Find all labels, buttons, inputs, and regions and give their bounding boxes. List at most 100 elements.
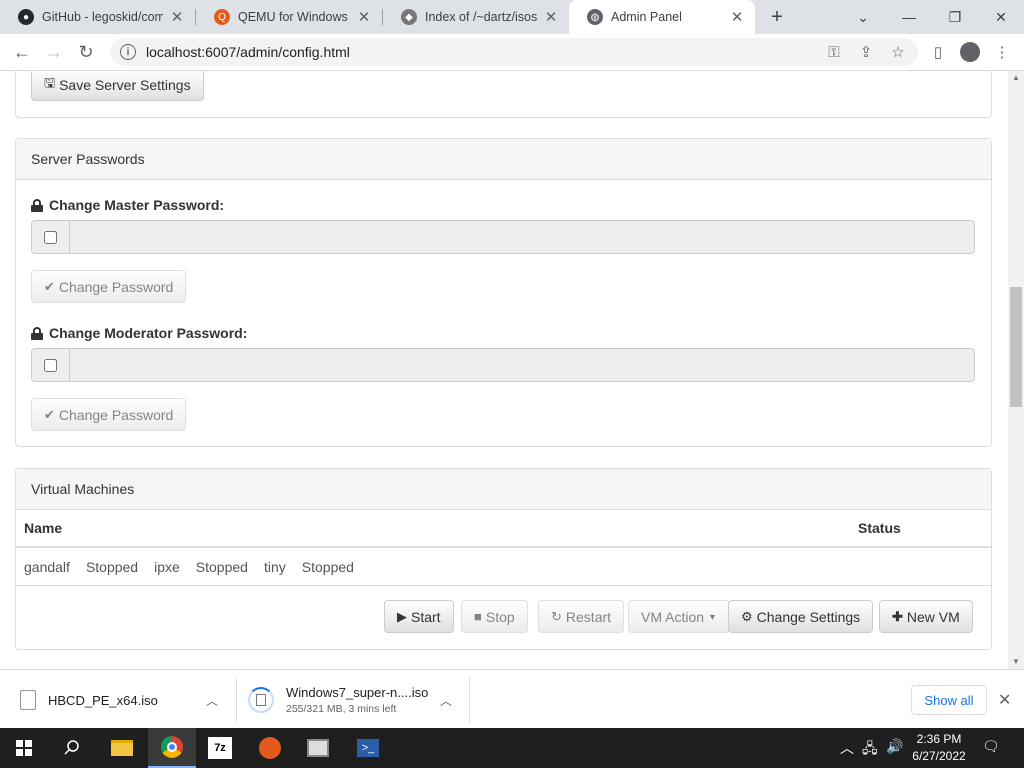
chrome-icon[interactable]	[148, 728, 196, 768]
tab-search-icon[interactable]: ⌄	[840, 0, 886, 34]
download-status: 255/321 MB, 3 mins left	[286, 703, 397, 715]
change-master-password-button[interactable]: ✔ Change Password	[31, 270, 187, 303]
lock-icon	[31, 326, 43, 340]
show-all-button[interactable]: Show all	[911, 685, 987, 715]
volume-icon[interactable]: 🔊	[886, 738, 903, 755]
qemu-icon: Q	[214, 9, 230, 25]
change-settings-button[interactable]: ⚙ Change Settings	[728, 600, 874, 633]
file-explorer-icon[interactable]	[98, 728, 146, 768]
site-info-icon[interactable]: i	[120, 44, 136, 60]
key-icon[interactable]: ⚿	[820, 38, 848, 66]
download-item[interactable]: HBCD_PE_x64.iso	[20, 678, 158, 722]
button-label: Restart	[565, 608, 612, 625]
start-vm-button[interactable]: ▶ Start	[384, 600, 454, 633]
clock-time: 2:36 PM	[916, 732, 962, 746]
restore-icon[interactable]: ❐	[932, 0, 978, 34]
master-password-toggle	[31, 220, 69, 254]
table-row[interactable]: gandalf Stopped ipxe Stopped tiny Stoppe…	[16, 548, 991, 586]
qemu-app-icon[interactable]	[246, 728, 294, 768]
lock-icon	[31, 198, 43, 212]
minimize-icon[interactable]: —	[886, 0, 932, 34]
server-settings-panel: 🖫 Save Server Settings	[15, 71, 992, 118]
powershell-icon[interactable]: >_	[344, 728, 392, 768]
stop-icon: ■	[474, 609, 482, 624]
panel-title: Server Passwords	[31, 151, 145, 167]
tab-admin-panel[interactable]: ◍ Admin Panel ✕	[569, 0, 755, 34]
tab-github[interactable]: ● GitHub - legoskid/com ✕	[0, 0, 195, 34]
close-tab-icon[interactable]: ✕	[729, 8, 745, 26]
search-icon[interactable]	[48, 728, 96, 768]
close-tab-icon[interactable]: ✕	[543, 8, 559, 26]
master-password-group	[31, 220, 975, 254]
check-icon: ✔	[44, 278, 55, 294]
page-viewport: 🖫 Save Server Settings Server Passwords …	[0, 71, 1008, 669]
share-icon[interactable]: ⇪	[852, 38, 880, 66]
panel-title: Virtual Machines	[31, 481, 135, 497]
reload-icon[interactable]: ↻	[72, 38, 100, 66]
forward-icon[interactable]: →	[40, 38, 68, 66]
vm-name: ipxe	[154, 558, 180, 575]
tab-title: Index of /~dartz/isos/	[425, 10, 537, 24]
vm-name: tiny	[263, 558, 286, 575]
close-tab-icon[interactable]: ✕	[169, 8, 185, 26]
bookmark-star-icon[interactable]: ☆	[884, 38, 912, 66]
vm-table-header: Name Status	[16, 510, 991, 548]
new-vm-button[interactable]: ✚ New VM	[879, 600, 973, 633]
close-icon[interactable]: ✕	[998, 690, 1011, 710]
stop-vm-button[interactable]: ■ Stop	[461, 600, 528, 633]
windows-start-icon[interactable]	[0, 728, 48, 768]
button-label: Change Password	[58, 278, 174, 295]
tab-title: QEMU for Windows – I	[238, 10, 350, 24]
column-status: Status	[858, 520, 901, 536]
button-label: New VM	[906, 608, 960, 625]
moderator-password-label: Change Moderator Password:	[31, 325, 247, 341]
moderator-password-toggle	[31, 348, 69, 382]
download-item[interactable]: Windows7_super-n....iso 255/321 MB, 3 mi…	[248, 678, 428, 722]
change-moderator-password-button[interactable]: ✔ Change Password	[31, 398, 187, 431]
save-server-settings-button[interactable]: 🖫 Save Server Settings	[31, 71, 204, 101]
back-icon[interactable]: ←	[8, 38, 36, 66]
chevron-up-icon[interactable]: ︿	[840, 738, 854, 758]
network-icon[interactable]: 🖧	[862, 738, 878, 762]
button-label: VM Action	[641, 608, 705, 625]
address-bar[interactable]: i localhost:6007/admin/config.html	[110, 38, 918, 66]
gear-icon: ⚙	[741, 608, 753, 624]
download-filename: HBCD_PE_x64.iso	[48, 692, 158, 708]
file-icon	[20, 690, 36, 710]
panel-heading: Server Passwords	[16, 139, 991, 180]
profile-icon[interactable]	[956, 38, 984, 66]
refresh-icon: ↻	[551, 608, 562, 624]
button-label: Change Settings	[756, 608, 861, 625]
chevron-up-icon[interactable]: ︿	[440, 692, 452, 709]
page-scrollbar[interactable]: ▲ ▼	[1008, 71, 1024, 669]
menu-kebab-icon[interactable]: ⋮	[988, 38, 1016, 66]
restart-vm-button[interactable]: ↻ Restart	[538, 600, 625, 633]
moderator-password-input[interactable]	[69, 348, 975, 382]
master-password-input[interactable]	[69, 220, 975, 254]
new-tab-icon[interactable]: +	[765, 5, 789, 29]
button-label: Stop	[485, 608, 515, 625]
plus-icon: ✚	[892, 608, 903, 624]
chevron-up-icon[interactable]: ︿	[206, 692, 218, 709]
tab-qemu[interactable]: Q QEMU for Windows – I ✕	[196, 0, 382, 34]
window-app-icon[interactable]	[294, 728, 342, 768]
notifications-icon[interactable]: 🗨	[982, 738, 1000, 755]
close-window-icon[interactable]: ✕	[978, 0, 1024, 34]
moderator-password-group	[31, 348, 975, 382]
play-icon: ▶	[397, 608, 407, 624]
url-text: localhost:6007/admin/config.html	[146, 44, 350, 60]
master-password-checkbox[interactable]	[44, 230, 57, 244]
github-icon: ●	[18, 9, 34, 25]
tab-isos[interactable]: ◆ Index of /~dartz/isos/ ✕	[383, 0, 569, 34]
taskbar-clock[interactable]: 2:36 PM 6/27/2022	[904, 731, 974, 765]
7zip-icon[interactable]: 7z	[196, 728, 244, 768]
vm-action-dropdown[interactable]: VM Action ▼	[628, 600, 730, 633]
windows-taskbar: 7z >_ ︿ 🖧 🔊 2:36 PM 6/27/2022 🗨	[0, 728, 1024, 768]
scrollbar-thumb[interactable]	[1010, 287, 1022, 407]
master-password-label: Change Master Password:	[31, 197, 224, 213]
scroll-up-icon[interactable]: ▲	[1012, 73, 1020, 82]
side-panel-icon[interactable]: ▯	[924, 38, 952, 66]
close-tab-icon[interactable]: ✕	[356, 8, 372, 26]
moderator-password-checkbox[interactable]	[44, 358, 57, 372]
scroll-down-icon[interactable]: ▼	[1012, 657, 1020, 666]
